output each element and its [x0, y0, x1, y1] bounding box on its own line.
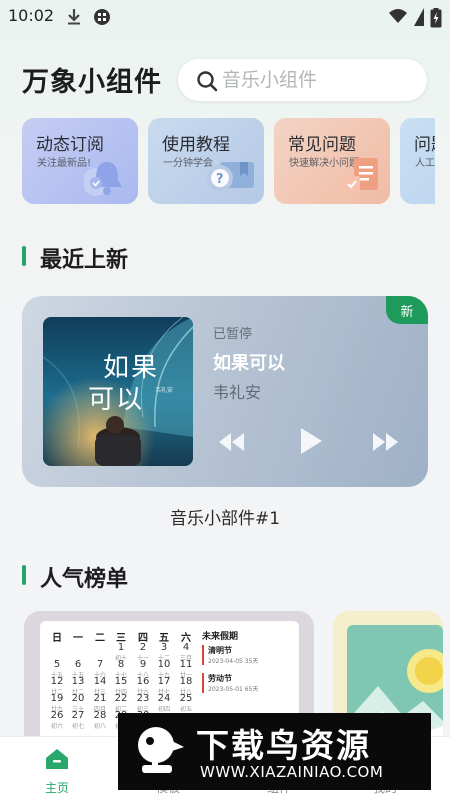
nav-home[interactable]: 主页: [17, 737, 97, 800]
holiday-item: 劳动节 2023-05-01 65天: [202, 673, 258, 693]
artist-name: 韦礼安: [213, 383, 262, 402]
widget-caption: 音乐小部件#1: [169, 509, 281, 529]
calendar-day: 24 初四: [157, 693, 171, 713]
calendar-day: 26 初六: [50, 710, 64, 730]
album-artist-small: 韦礼安: [155, 387, 174, 394]
holiday-info: 2023-05-01 65天: [208, 686, 259, 693]
next-track-icon[interactable]: [372, 432, 400, 452]
section-accent-bar: [22, 246, 26, 266]
nav-label: 主页: [44, 781, 69, 795]
bird-logo-icon: [138, 727, 184, 773]
previous-track-icon[interactable]: [218, 432, 246, 452]
bookmark-question-icon: ?: [207, 162, 254, 191]
quick-cards: 动态订阅 关注最新品! 使用教程 一分钟学会 ? 常见问题 快速解决小问题 问 …: [22, 118, 435, 204]
calendar-day: 27 初七: [71, 710, 85, 730]
calendar-day: 28 初八: [93, 710, 107, 730]
signal-icon: [414, 8, 424, 26]
app-title: 万象小组件: [22, 67, 162, 98]
section-title-latest: 最近上新: [40, 248, 129, 273]
svg-text:?: ?: [216, 172, 224, 187]
card-subtitle: 关注最新品!: [37, 158, 92, 169]
status-bar: 10:02: [0, 0, 450, 32]
card-title: 问题: [414, 135, 435, 155]
holiday-header: 未来假期: [202, 632, 239, 642]
download-icon: [68, 9, 80, 25]
song-title: 如果可以: [213, 353, 285, 374]
new-badge: 新: [386, 296, 428, 324]
card-title: 使用教程: [162, 135, 230, 155]
document-check-icon: [344, 158, 378, 192]
app-notification-icon: [94, 9, 110, 25]
search-box[interactable]: [178, 59, 427, 101]
card-faq[interactable]: 常见问题 快速解决小问题: [274, 118, 390, 204]
card-help[interactable]: 问题 人工: [400, 118, 435, 204]
section-accent-bar: [22, 565, 26, 585]
bell-icon: [84, 162, 122, 196]
card-title: 常见问题: [288, 135, 356, 155]
watermark-url: WWW.XIAZAINIAO.COM: [200, 763, 384, 781]
album-cover: 如果 可以 韦礼安: [43, 317, 193, 466]
music-widget-card[interactable]: 新 如果 可以 韦礼安 已暂停 如果可以 韦礼安: [22, 296, 428, 487]
status-time: 10:02: [8, 6, 55, 25]
search-icon: [197, 71, 218, 92]
home-icon: [46, 749, 68, 769]
calendar-day: 25 初五: [179, 693, 193, 713]
card-title: 动态订阅: [36, 135, 104, 155]
card-tutorial[interactable]: 使用教程 一分钟学会 ?: [148, 118, 264, 204]
album-title-line2: 可以: [88, 385, 145, 415]
weekday-label: 二: [95, 633, 105, 644]
weekday-label: 日: [52, 633, 62, 644]
playback-status: 已暂停: [213, 327, 253, 342]
battery-icon: [430, 8, 442, 28]
card-subscriptions[interactable]: 动态订阅 关注最新品!: [22, 118, 138, 204]
watermark-banner: 下载鸟资源 WWW.XIAZAINIAO.COM: [118, 713, 431, 790]
holiday-name: 清明节: [208, 646, 232, 655]
holiday-info: 2023-04-05 35天: [208, 658, 259, 665]
wifi-icon: [389, 9, 407, 23]
card-subtitle: 人工: [415, 158, 435, 169]
section-title-popular: 人气榜单: [40, 567, 129, 592]
search-input[interactable]: [222, 59, 412, 101]
holiday-item: 清明节 2023-04-05 35天: [202, 645, 258, 665]
weekday-label: 一: [73, 633, 83, 644]
watermark-brand: 下载鸟资源: [196, 726, 371, 765]
play-icon[interactable]: [299, 427, 323, 455]
holiday-name: 劳动节: [208, 674, 232, 683]
